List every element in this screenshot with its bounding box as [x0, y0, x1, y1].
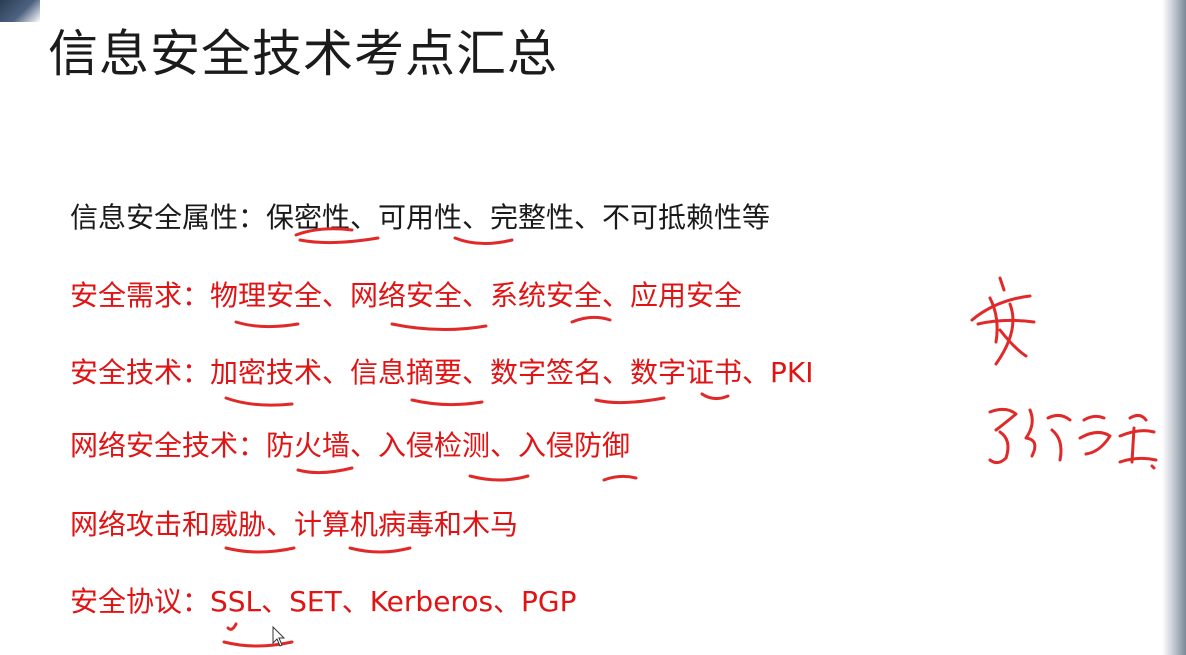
underline-jiance [468, 474, 530, 482]
underline-xitong [570, 315, 612, 324]
underline-jiami [224, 396, 294, 407]
underline-shuzi [700, 392, 730, 401]
security-protocols-line: 安全协议：SSL、SET、Kerberos、PGP [70, 585, 577, 618]
underline-weixie [224, 546, 296, 554]
window-corner-shade [0, 0, 40, 22]
security-requirements-line: 安全需求：物理安全、网络安全、系统安全、应用安全 [70, 279, 743, 312]
handwritten-xitong-anquan [988, 407, 1158, 470]
underline-wangluo [390, 322, 488, 332]
info-security-attributes-line: 信息安全属性：保密性、可用性、完整性、不可抵赖性等 [70, 201, 771, 234]
network-security-technology-line: 网络安全技术：防火墙、入侵检测、入侵防御 [70, 429, 631, 462]
underline-xinxizhaiyao [410, 398, 484, 407]
network-attacks-line: 网络攻击和威胁、计算机病毒和木马 [70, 508, 519, 541]
underline-qianming [594, 396, 666, 405]
slide-title: 信息安全技术考点汇总 [48, 25, 558, 83]
handwritten-annotations [222, 227, 1158, 648]
underline-ruqinfangyu [602, 474, 638, 482]
handwritten-an [970, 276, 1036, 366]
security-technology-line: 安全技术：加密技术、信息摘要、数字签名、数字证书、PKI [70, 356, 814, 389]
right-edge-shade [1162, 0, 1186, 655]
underline-jisuanji [348, 546, 412, 554]
mouse-pointer-icon [272, 626, 286, 647]
underline-fanghuoqiang [296, 466, 354, 475]
underline-wuli [234, 320, 300, 329]
underline-keyongxing [453, 236, 514, 245]
